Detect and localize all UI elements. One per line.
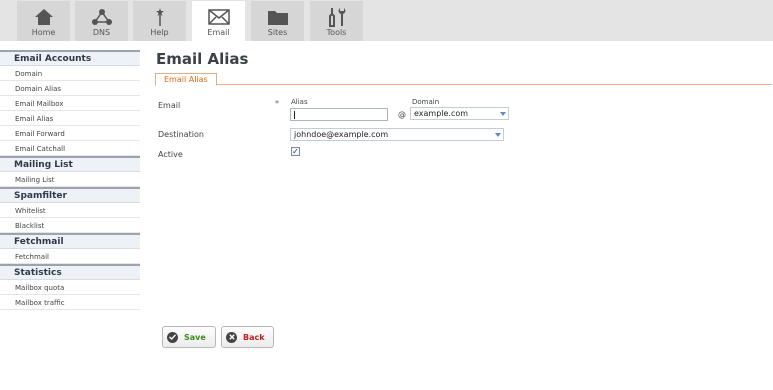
tab-dns-label: DNS	[92, 28, 111, 37]
home-icon	[17, 6, 70, 28]
tools-icon	[310, 6, 363, 28]
tab-email-label: Email	[207, 28, 230, 37]
tab-email[interactable]: Email	[192, 1, 245, 41]
help-icon	[133, 6, 186, 28]
domain-label: Domain	[412, 98, 440, 106]
sidebar-item-email-forward[interactable]: Email Forward	[0, 126, 140, 141]
required-mark: *	[275, 99, 279, 108]
sidebar-item-fetchmail[interactable]: Fetchmail	[0, 249, 140, 264]
sidebar-item-email-alias[interactable]: Email Alias	[0, 111, 140, 126]
sidebar-section-fetchmail: Fetchmail	[0, 233, 140, 249]
email-label: Email	[158, 101, 181, 110]
tab-tools[interactable]: Tools	[310, 1, 363, 41]
dns-icon	[75, 6, 128, 28]
sidebar-item-mailing-list[interactable]: Mailing List	[0, 172, 140, 187]
sub-tab-bar: Email Alias	[155, 73, 772, 86]
page-title: Email Alias	[156, 50, 249, 68]
tab-sites-label: Sites	[267, 28, 288, 37]
sidebar-section-spamfilter: Spamfilter	[0, 187, 140, 203]
top-nav-bar: Home DNS Help Email Sites Tools	[0, 0, 773, 41]
tab-sites[interactable]: Sites	[251, 1, 304, 41]
text-cursor	[294, 111, 295, 119]
sidebar-section-statistics: Statistics	[0, 264, 140, 280]
active-label: Active	[158, 150, 183, 159]
tab-email-alias[interactable]: Email Alias	[155, 73, 217, 86]
alias-label: Alias	[291, 98, 308, 106]
alias-input[interactable]	[290, 108, 388, 121]
chevron-down-icon	[498, 108, 508, 119]
active-checkbox[interactable]: ✓	[291, 147, 300, 156]
sidebar-item-mailbox-traffic[interactable]: Mailbox traffic	[0, 295, 140, 310]
tab-help[interactable]: Help	[133, 1, 186, 41]
chevron-down-icon	[493, 129, 503, 140]
sidebar: Email Accounts Domain Domain Alias Email…	[0, 50, 140, 310]
sidebar-item-blacklist[interactable]: Blacklist	[0, 218, 140, 233]
destination-select-value: johndoe@example.com	[294, 130, 389, 139]
sidebar-item-domain-alias[interactable]: Domain Alias	[0, 81, 140, 96]
tab-dns[interactable]: DNS	[75, 1, 128, 41]
domain-select-value: example.com	[414, 109, 469, 118]
sidebar-item-whitelist[interactable]: Whitelist	[0, 203, 140, 218]
close-circle-icon	[226, 331, 237, 343]
sidebar-item-domain[interactable]: Domain	[0, 66, 140, 81]
check-circle-icon	[167, 331, 178, 343]
back-button[interactable]: Back	[221, 326, 274, 348]
destination-label: Destination	[158, 130, 204, 139]
domain-select[interactable]: example.com	[410, 107, 509, 120]
sites-icon	[251, 6, 304, 28]
destination-select[interactable]: johndoe@example.com	[290, 128, 504, 141]
save-button[interactable]: Save	[162, 326, 216, 348]
save-button-label: Save	[184, 332, 206, 342]
email-icon	[192, 6, 245, 28]
checkmark-icon: ✓	[292, 147, 299, 156]
tab-tools-label: Tools	[326, 28, 347, 37]
tab-home[interactable]: Home	[17, 1, 70, 41]
back-button-label: Back	[243, 332, 265, 342]
tab-home-label: Home	[31, 28, 56, 37]
sidebar-section-mailing-list: Mailing List	[0, 156, 140, 172]
at-sign: @	[398, 110, 406, 119]
tab-help-label: Help	[150, 28, 169, 37]
sidebar-item-mailbox-quota[interactable]: Mailbox quota	[0, 280, 140, 295]
sidebar-item-email-mailbox[interactable]: Email Mailbox	[0, 96, 140, 111]
sidebar-section-email-accounts: Email Accounts	[0, 50, 140, 66]
sidebar-item-email-catchall[interactable]: Email Catchall	[0, 141, 140, 156]
